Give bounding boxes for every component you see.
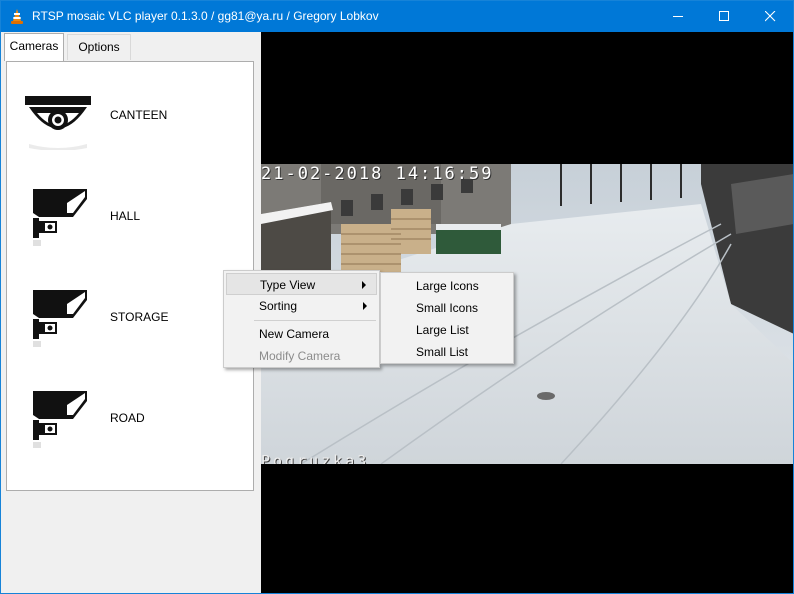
vlc-cone-icon — [11, 9, 23, 24]
camera-item-hall[interactable]: HALL — [7, 175, 253, 275]
bullet-camera-icon — [33, 189, 87, 246]
menu-item-small-icons[interactable]: Small Icons — [383, 297, 511, 319]
maximize-icon — [719, 11, 729, 21]
context-menu: Type View Sorting New Camera Modify Came… — [223, 270, 380, 368]
video-timestamp: 21-02-2018 14:16:59 — [261, 164, 494, 184]
menu-item-type-view[interactable]: Type View — [226, 273, 377, 295]
menu-item-label: Small Icons — [416, 301, 479, 315]
menu-item-new-camera[interactable]: New Camera — [226, 323, 377, 345]
tab-strip: Cameras Options — [1, 32, 261, 62]
tab-options[interactable]: Options — [67, 34, 131, 60]
submenu-arrow-icon — [362, 281, 366, 289]
menu-item-large-list[interactable]: Large List — [383, 319, 511, 341]
camera-label: STORAGE — [110, 310, 169, 324]
dome-camera-icon — [25, 96, 91, 150]
menu-item-sorting[interactable]: Sorting — [226, 295, 377, 317]
type-view-submenu: Large Icons Small Icons Large List Small… — [380, 272, 514, 364]
title-bar[interactable]: RTSP mosaic VLC player 0.1.3.0 / gg81@ya… — [1, 1, 793, 32]
app-window: RTSP mosaic VLC player 0.1.3.0 / gg81@ya… — [0, 0, 794, 594]
menu-item-label: Sorting — [259, 299, 298, 313]
menu-item-label: Large List — [416, 323, 469, 337]
close-icon — [765, 11, 776, 22]
camera-label: ROAD — [110, 411, 145, 425]
camera-item-canteen[interactable]: CANTEEN — [7, 74, 253, 174]
camera-list[interactable]: CANTEEN HALL STORAGE ROAD — [6, 61, 254, 491]
menu-item-large-icons[interactable]: Large Icons — [383, 275, 511, 297]
menu-item-label: Large Icons — [416, 279, 479, 293]
menu-item-label: Small List — [416, 345, 469, 359]
camera-item-storage[interactable]: STORAGE — [7, 276, 253, 376]
minimize-icon — [673, 16, 683, 17]
camera-label: CANTEEN — [110, 108, 168, 122]
submenu-arrow-icon — [363, 302, 367, 310]
tab-cameras[interactable]: Cameras — [4, 33, 64, 61]
camera-label: HALL — [110, 209, 141, 223]
bullet-camera-icon — [33, 391, 87, 448]
close-button[interactable] — [747, 1, 793, 32]
minimize-button[interactable] — [655, 1, 701, 32]
maximize-button[interactable] — [701, 1, 747, 32]
menu-item-label: Modify Camera — [259, 349, 341, 363]
video-channel-name: Pogruzka3 — [261, 452, 370, 464]
menu-item-modify-camera: Modify Camera — [226, 345, 377, 367]
menu-item-small-list[interactable]: Small List — [383, 341, 511, 363]
menu-item-label: Type View — [260, 278, 316, 292]
menu-separator — [254, 320, 376, 321]
menu-item-label: New Camera — [259, 327, 330, 341]
window-title: RTSP mosaic VLC player 0.1.3.0 / gg81@ya… — [32, 9, 379, 23]
camera-item-road[interactable]: ROAD — [7, 377, 253, 477]
bullet-camera-icon — [33, 290, 87, 347]
